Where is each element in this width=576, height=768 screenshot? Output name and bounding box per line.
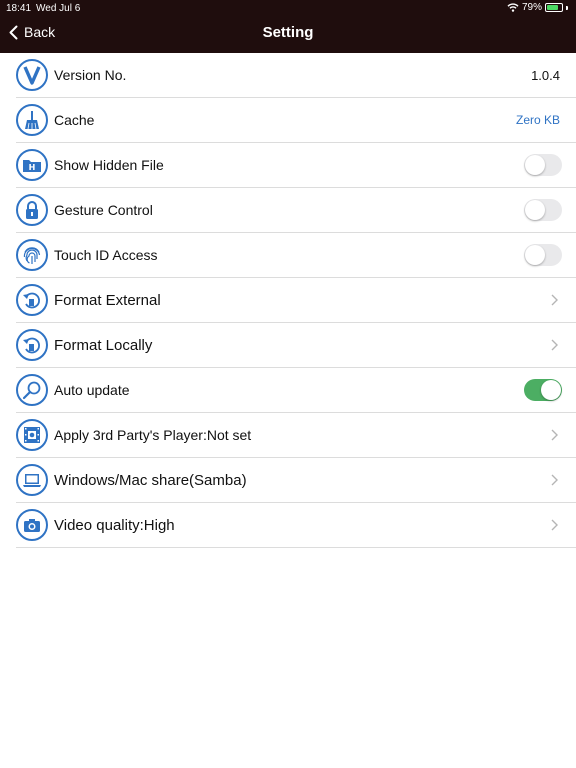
chevron-right-icon bbox=[551, 339, 558, 351]
page-title: Setting bbox=[262, 24, 314, 41]
setting-row-format-external[interactable]: Format External bbox=[16, 278, 576, 323]
setting-label: Version No. bbox=[54, 67, 127, 83]
svg-text:H: H bbox=[29, 163, 36, 172]
setting-row-video-quality[interactable]: Video quality:High bbox=[16, 503, 576, 548]
setting-label: Apply 3rd Party's Player:Not set bbox=[54, 427, 252, 443]
battery-icon bbox=[545, 3, 563, 12]
film-icon bbox=[16, 419, 48, 451]
setting-row-version: Version No. 1.0.4 bbox=[16, 53, 576, 98]
setting-label: Windows/Mac share(Samba) bbox=[54, 471, 247, 489]
status-date: Wed Jul 6 bbox=[36, 3, 81, 14]
navigation-bar: 18:41 Wed Jul 6 79% Back Setting bbox=[0, 0, 576, 53]
chevron-right-icon bbox=[551, 519, 558, 531]
setting-label: Show Hidden File bbox=[54, 157, 164, 173]
toggle-knob bbox=[525, 245, 545, 265]
chevron-right-icon bbox=[551, 294, 558, 306]
setting-label: Format External bbox=[54, 291, 161, 309]
lock-icon bbox=[16, 194, 48, 226]
setting-row-auto-update: Auto update bbox=[16, 368, 576, 413]
setting-row-hidden-file: H Show Hidden File bbox=[16, 143, 576, 188]
setting-row-samba[interactable]: Windows/Mac share(Samba) bbox=[16, 458, 576, 503]
setting-row-gesture: Gesture Control bbox=[16, 188, 576, 233]
camera-icon bbox=[16, 509, 48, 541]
battery-percent: 79% bbox=[521, 2, 542, 13]
settings-list: Version No. 1.0.4 Cache Zero KB H Show H… bbox=[16, 53, 576, 548]
setting-row-touch-id: Touch ID Access bbox=[16, 233, 576, 278]
setting-row-cache[interactable]: Cache Zero KB bbox=[16, 98, 576, 143]
magnifier-icon bbox=[16, 374, 48, 406]
format-undo-icon bbox=[16, 329, 48, 361]
status-right: 79% bbox=[507, 2, 568, 13]
toggle-gesture[interactable] bbox=[524, 199, 562, 221]
battery-tip bbox=[566, 5, 568, 10]
status-bar: 18:41 Wed Jul 6 79% bbox=[0, 0, 576, 16]
setting-row-player[interactable]: Apply 3rd Party's Player:Not set bbox=[16, 413, 576, 458]
laptop-icon bbox=[16, 464, 48, 496]
toggle-auto-update[interactable] bbox=[524, 379, 562, 401]
fingerprint-icon bbox=[16, 239, 48, 271]
toggle-touch-id[interactable] bbox=[524, 244, 562, 266]
setting-value-cache[interactable]: Zero KB bbox=[516, 113, 560, 127]
broom-icon bbox=[16, 104, 48, 136]
hidden-folder-icon: H bbox=[16, 149, 48, 181]
chevron-right-icon bbox=[551, 429, 558, 441]
toggle-knob bbox=[525, 155, 545, 175]
status-time: 18:41 bbox=[6, 3, 32, 14]
setting-value-version: 1.0.4 bbox=[531, 67, 560, 83]
toggle-knob bbox=[541, 380, 561, 400]
setting-label: Format Locally bbox=[54, 336, 153, 354]
setting-label: Gesture Control bbox=[54, 202, 153, 218]
v-letter-icon bbox=[16, 59, 48, 91]
setting-label: Touch ID Access bbox=[54, 247, 158, 263]
setting-label: Video quality:High bbox=[54, 516, 175, 534]
wifi-icon bbox=[507, 3, 519, 12]
setting-label: Cache bbox=[54, 112, 95, 128]
chevron-right-icon bbox=[551, 474, 558, 486]
setting-label: Auto update bbox=[54, 382, 130, 398]
format-undo-icon bbox=[16, 284, 48, 316]
toggle-hidden-file[interactable] bbox=[524, 154, 562, 176]
toggle-knob bbox=[525, 200, 545, 220]
setting-row-format-locally[interactable]: Format Locally bbox=[16, 323, 576, 368]
